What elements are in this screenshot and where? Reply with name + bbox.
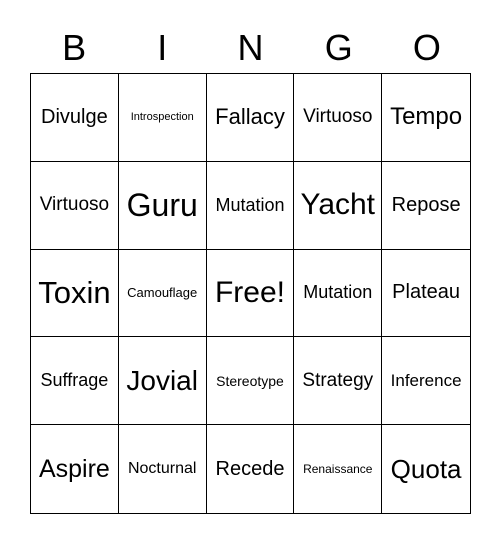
header-letter-o: O: [412, 27, 441, 68]
bingo-cell[interactable]: Virtuoso: [294, 74, 383, 162]
bingo-cell[interactable]: Guru: [118, 161, 207, 250]
bingo-cell[interactable]: Camouflage: [118, 249, 207, 338]
header-letter-n: N: [237, 27, 264, 68]
bingo-cell[interactable]: Quota: [382, 425, 470, 513]
header-letter-g: G: [324, 27, 353, 68]
bingo-cell[interactable]: Aspire: [31, 425, 119, 513]
bingo-cell[interactable]: Tempo: [382, 74, 470, 162]
bingo-cell[interactable]: Toxin: [31, 249, 119, 338]
bingo-header: B I N G O: [30, 26, 471, 70]
header-letter-b: B: [62, 27, 87, 68]
bingo-cell[interactable]: Repose: [382, 162, 470, 250]
bingo-card-grid: Divulge Introspection Fallacy Virtuoso Tempo…: [30, 73, 471, 514]
bingo-cell[interactable]: Mutation: [206, 161, 295, 250]
bingo-cell[interactable]: Strategy: [294, 337, 383, 426]
bingo-cell[interactable]: Yacht: [294, 161, 383, 250]
bingo-cell[interactable]: Virtuoso: [31, 161, 119, 250]
bingo-cell[interactable]: Stereotype: [206, 337, 295, 426]
bingo-cell[interactable]: Introspection: [118, 74, 207, 162]
bingo-cell[interactable]: Inference: [382, 337, 470, 426]
bingo-cell[interactable]: Recede: [207, 425, 295, 513]
bingo-cell[interactable]: Suffrage: [31, 337, 119, 426]
bingo-cell[interactable]: Mutation: [294, 249, 383, 338]
bingo-cell[interactable]: Plateau: [382, 250, 470, 338]
bingo-cell[interactable]: Nocturnal: [119, 425, 207, 513]
bingo-cell[interactable]: Divulge: [31, 74, 119, 162]
bingo-cell[interactable]: Fallacy: [206, 74, 295, 162]
header-letter-i: I: [157, 27, 168, 68]
free-space-cell[interactable]: Free!: [206, 249, 295, 338]
bingo-cell[interactable]: Jovial: [118, 337, 207, 426]
bingo-cell[interactable]: Renaissance: [294, 425, 383, 513]
